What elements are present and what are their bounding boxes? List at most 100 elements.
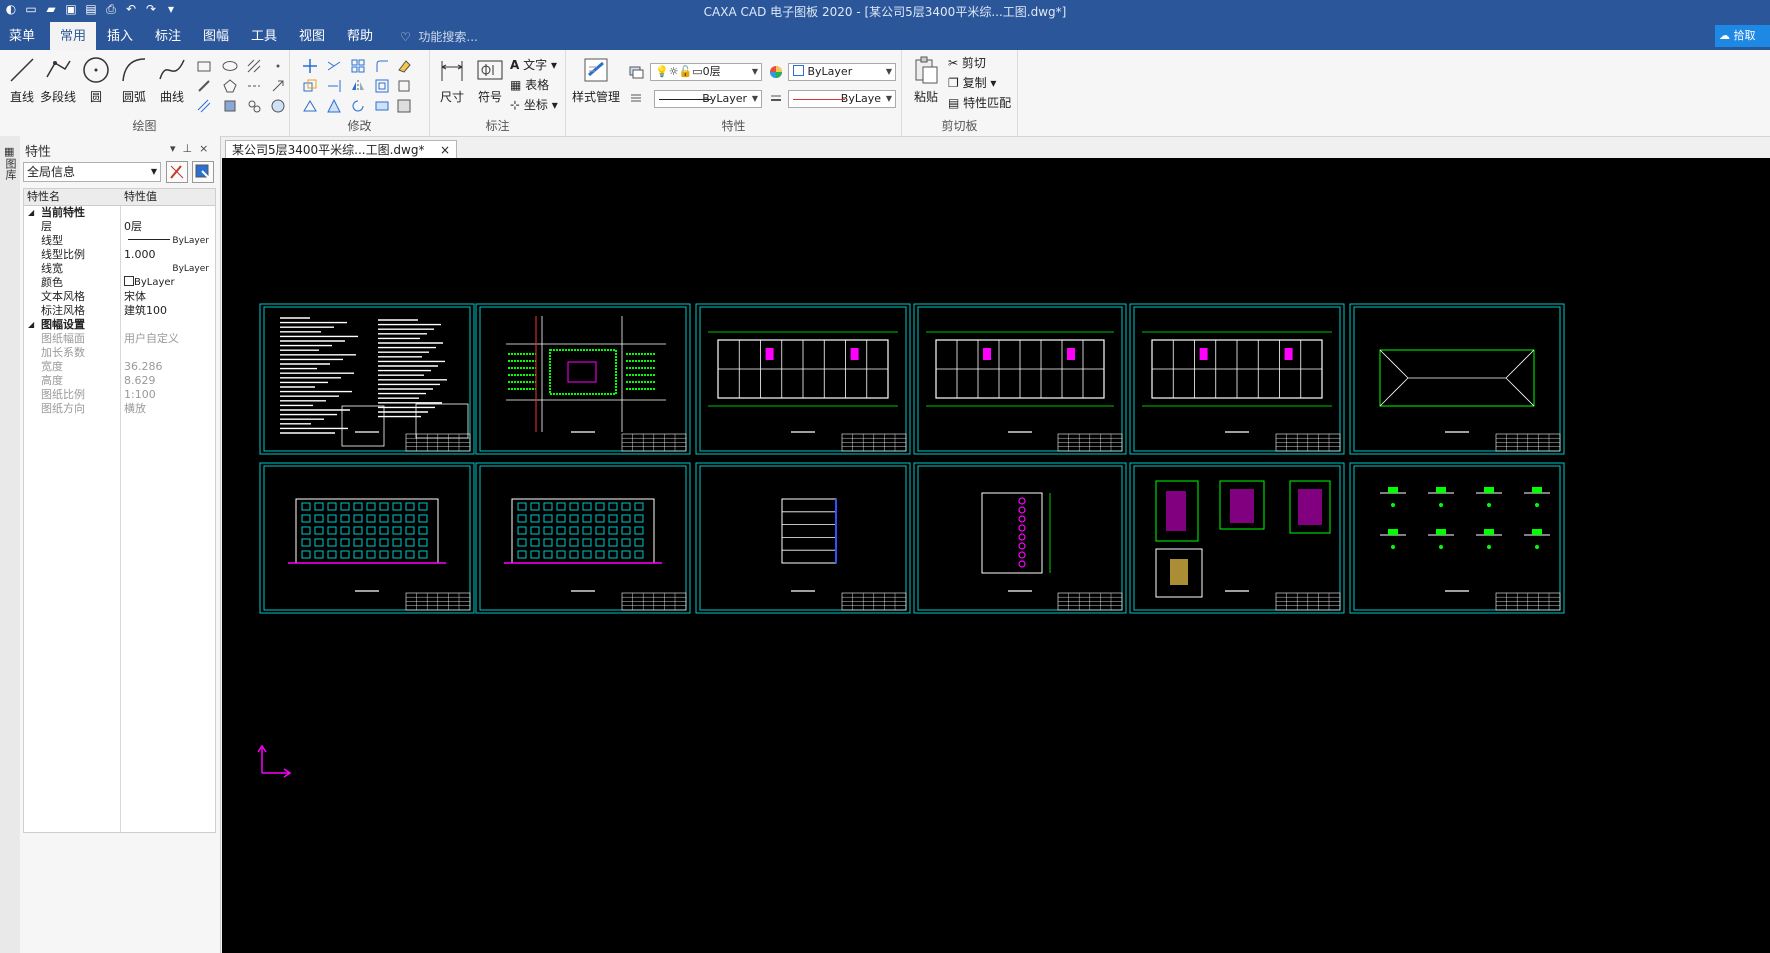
region-icon[interactable] (270, 98, 286, 114)
text-button[interactable]: A 文字 ▾ (510, 56, 557, 74)
centerline-icon[interactable] (246, 78, 262, 94)
lineweight-select[interactable]: ByLaye ▼ (788, 90, 896, 108)
tab-annotate[interactable]: 标注 (146, 22, 190, 50)
scale-icon[interactable] (326, 98, 342, 114)
circle-button[interactable]: 圆 (76, 54, 116, 105)
tab-insert[interactable]: 插入 (98, 22, 142, 50)
elevation-window (569, 526, 579, 535)
polyline-button[interactable]: 多段线 (38, 54, 78, 105)
elevation-window (582, 502, 592, 511)
explode-icon[interactable] (396, 78, 412, 94)
close-tab-icon[interactable]: × (440, 141, 450, 159)
stretch-icon[interactable] (302, 98, 318, 114)
elevation-window (608, 538, 618, 547)
layer-state-icon[interactable] (628, 90, 644, 106)
table-button[interactable]: ▦ 表格 (510, 76, 549, 94)
point-icon[interactable] (270, 58, 286, 74)
cut-button[interactable]: ✂ 剪切 (948, 54, 986, 72)
roof-hip (1379, 377, 1409, 407)
close-panel-icon[interactable]: × (199, 142, 208, 155)
array-icon[interactable] (350, 58, 366, 74)
layer-manager-icon[interactable] (628, 64, 644, 80)
site-building-core (567, 361, 597, 383)
tab-menu[interactable]: 菜单 (0, 22, 44, 50)
tab-common[interactable]: 常用 (50, 22, 96, 50)
linetype-select[interactable]: ByLayer ▼ (654, 90, 762, 108)
ellipse-icon[interactable] (222, 58, 238, 74)
scope-select[interactable]: 全局信息 ▼ (23, 162, 161, 182)
function-search[interactable]: ♡ 功能搜索... (400, 22, 478, 50)
chamfer-icon[interactable] (396, 98, 412, 114)
layer-select[interactable]: 💡☼🔓▭0层 ▼ (650, 63, 762, 81)
elevation-window (301, 550, 311, 559)
property-row[interactable]: 标注风格 建筑100 (24, 304, 215, 318)
block-icon[interactable] (222, 98, 238, 114)
coordinate-button[interactable]: ⊹ 坐标 ▾ (510, 96, 558, 114)
cad-drawing[interactable] (222, 158, 1770, 953)
fillet-icon[interactable] (374, 58, 390, 74)
rotate-icon[interactable] (350, 98, 366, 114)
draw-group: 直线 多段线 圆 圆弧 曲线 绘图 (0, 50, 290, 136)
document-tab[interactable]: 某公司5层3400平米综...工图.dwg* × (225, 140, 457, 158)
quick-select-button[interactable] (166, 161, 188, 183)
dimension-button[interactable]: 尺寸 (432, 54, 472, 105)
cloud-button[interactable]: ☁ 拾取 (1715, 25, 1770, 47)
arrow-icon[interactable] (270, 78, 286, 94)
elevation-window (621, 514, 631, 523)
drawing-canvas[interactable] (222, 158, 1770, 953)
curve-button[interactable]: 曲线 (152, 54, 192, 105)
property-row[interactable]: 线型比例 1.000 (24, 248, 215, 262)
property-row[interactable]: 文本风格 宋体 (24, 290, 215, 304)
section-current[interactable]: ◢ 当前特性 (24, 206, 215, 220)
paste-icon (915, 56, 938, 84)
elevation-window (595, 550, 605, 559)
elevation-window (543, 550, 553, 559)
trim-icon[interactable] (326, 58, 342, 74)
match-properties-button[interactable]: ▤ 特性匹配 (948, 94, 1011, 112)
property-row[interactable]: 层 0层 (24, 220, 215, 234)
copy-object-icon[interactable] (302, 78, 318, 94)
image-icon[interactable] (246, 98, 262, 114)
property-row[interactable]: 线宽 ByLayer (24, 262, 215, 276)
select-objects-button[interactable] (192, 161, 214, 183)
collapse-icon[interactable]: ◢ (28, 206, 34, 220)
move-icon[interactable] (302, 58, 318, 74)
extend-icon[interactable] (326, 78, 342, 94)
tab-sheet[interactable]: 图幅 (194, 22, 238, 50)
library-side-strip[interactable]: ▦ 图库 (0, 136, 21, 953)
section-sheet[interactable]: ◢ 图幅设置 (24, 318, 215, 332)
stair-mark (1018, 533, 1026, 541)
property-row: 宽度 36.286 (41, 360, 163, 373)
break-icon[interactable] (374, 98, 390, 114)
tab-view[interactable]: 视图 (290, 22, 334, 50)
property-row[interactable]: 颜色 ByLayer (24, 276, 215, 290)
polygon-icon[interactable] (222, 78, 238, 94)
erase-icon[interactable] (396, 58, 412, 74)
property-row[interactable]: 线型 ByLayer (24, 234, 215, 248)
color-wheel-icon[interactable] (768, 64, 784, 80)
paste-button[interactable]: 粘贴 (906, 54, 946, 105)
rectangle-icon[interactable] (196, 58, 212, 74)
pen-icon[interactable] (196, 78, 212, 94)
panel-menu-icon[interactable]: ▾ (170, 142, 176, 155)
mirror-icon[interactable] (350, 78, 366, 94)
line-button[interactable]: 直线 (2, 54, 42, 105)
lineweight-icon[interactable] (768, 91, 784, 107)
offset-icon[interactable] (374, 78, 390, 94)
copy-button[interactable]: ❐ 复制 ▾ (948, 74, 996, 92)
elevation-window (543, 502, 553, 511)
arc-button[interactable]: 圆弧 (114, 54, 154, 105)
pin-icon[interactable]: ⊥ (183, 142, 193, 155)
tab-help[interactable]: 帮助 (338, 22, 382, 50)
collapse-icon[interactable]: ◢ (28, 318, 34, 332)
elevation-window (595, 514, 605, 523)
parallel-line-icon[interactable] (196, 98, 212, 114)
tab-tools[interactable]: 工具 (242, 22, 286, 50)
library-tab[interactable]: ▦ 图库 (4, 146, 17, 183)
hatch-icon[interactable] (246, 58, 262, 74)
color-select[interactable]: ByLayer ▼ (788, 63, 896, 81)
style-manager-button[interactable]: 样式管理 (570, 54, 622, 105)
elevation-window (621, 550, 631, 559)
node-marker (1439, 503, 1443, 507)
symbol-button[interactable]: 符号 (470, 54, 510, 105)
